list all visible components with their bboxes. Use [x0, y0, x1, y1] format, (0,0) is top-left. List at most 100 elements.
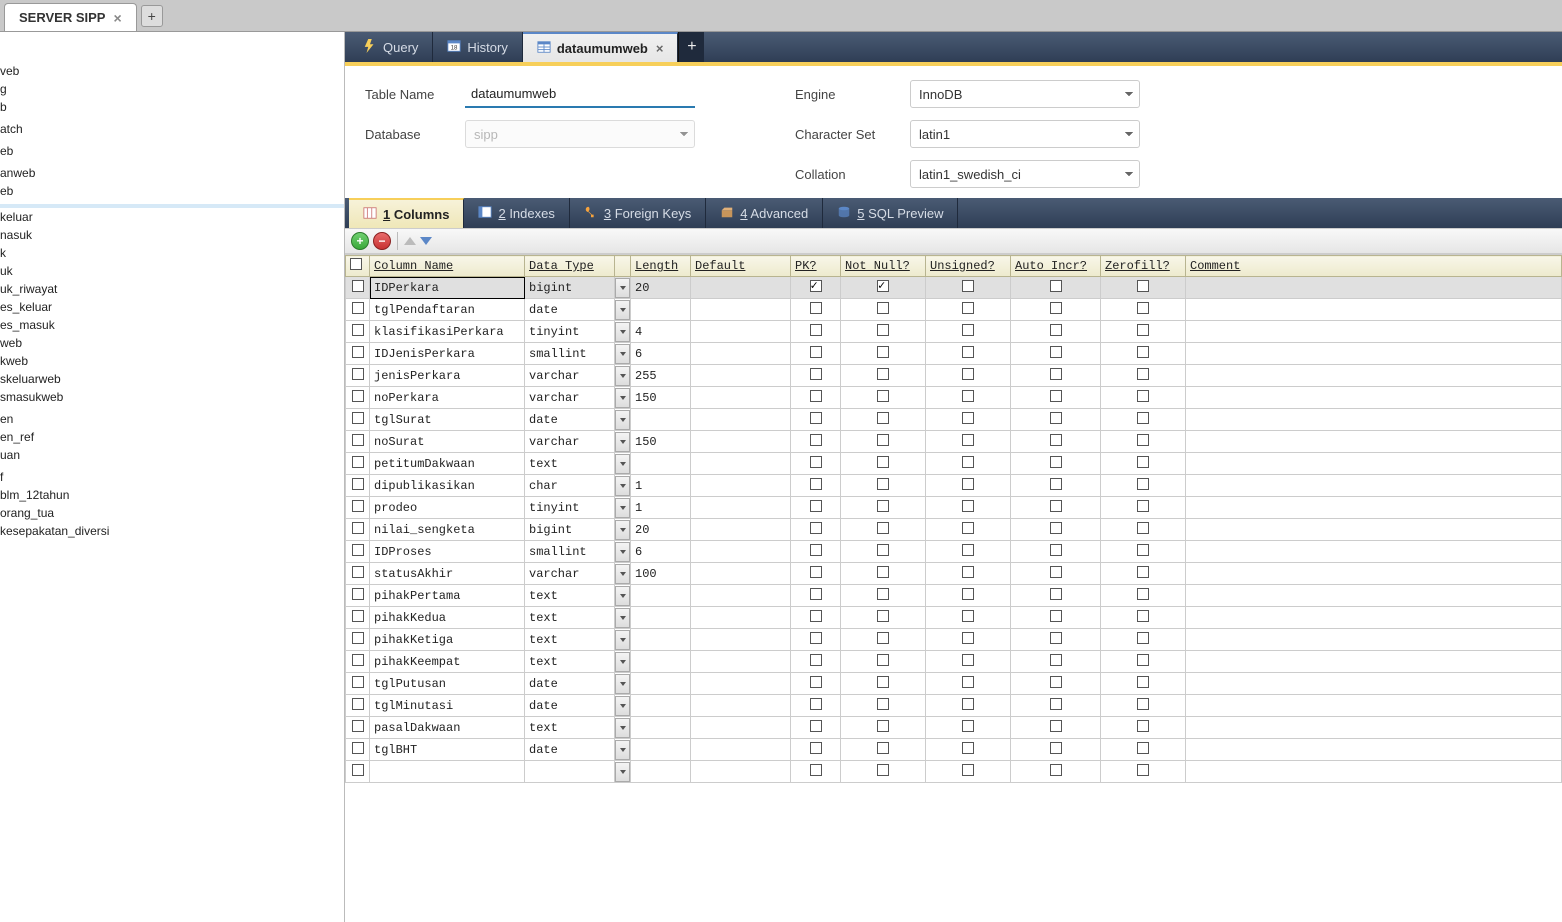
data-type-cell[interactable]: char [525, 475, 615, 497]
table-row[interactable]: prodeotinyint1 [346, 497, 1562, 519]
subtab-sql-preview[interactable]: 5 SQL Preview [823, 198, 958, 228]
checkbox[interactable] [877, 302, 889, 314]
checkbox[interactable] [1137, 324, 1149, 336]
data-type-cell[interactable]: text [525, 629, 615, 651]
data-type-cell[interactable]: text [525, 651, 615, 673]
checkbox[interactable] [962, 764, 974, 776]
checkbox[interactable] [810, 456, 822, 468]
column-name-cell[interactable]: prodeo [370, 497, 525, 519]
column-name-cell[interactable]: nilai_sengketa [370, 519, 525, 541]
checkbox[interactable] [1050, 478, 1062, 490]
column-header[interactable]: Column Name [370, 256, 525, 277]
tree-item[interactable]: veb [0, 62, 344, 80]
checkbox[interactable] [1050, 654, 1062, 666]
default-cell[interactable] [691, 519, 791, 541]
tree-item[interactable]: orang_tua [0, 504, 344, 522]
data-type-cell[interactable]: smallint [525, 343, 615, 365]
table-row[interactable]: tglBHTdate [346, 739, 1562, 761]
checkbox[interactable] [352, 412, 364, 424]
data-type-cell[interactable]: varchar [525, 387, 615, 409]
table-row[interactable]: pihakKeempattext [346, 651, 1562, 673]
checkbox[interactable] [1137, 742, 1149, 754]
checkbox[interactable] [962, 434, 974, 446]
default-cell[interactable] [691, 673, 791, 695]
subtab-foreign-keys[interactable]: 3 Foreign Keys [570, 198, 706, 228]
checkbox[interactable] [352, 522, 364, 534]
checkbox[interactable] [962, 742, 974, 754]
tree-item[interactable]: anweb [0, 164, 344, 182]
checkbox[interactable] [1137, 412, 1149, 424]
checkbox[interactable] [1137, 500, 1149, 512]
checkbox[interactable] [962, 566, 974, 578]
checkbox[interactable] [1050, 698, 1062, 710]
length-cell[interactable]: 150 [631, 387, 691, 409]
add-connection-button[interactable]: + [141, 5, 163, 27]
table-row[interactable]: pasalDakwaantext [346, 717, 1562, 739]
tree-item[interactable]: f [0, 468, 344, 486]
column-name-cell[interactable]: noSurat [370, 431, 525, 453]
default-cell[interactable] [691, 475, 791, 497]
move-up-button[interactable] [404, 237, 416, 245]
checkbox[interactable] [352, 280, 364, 292]
checkbox[interactable] [810, 742, 822, 754]
checkbox[interactable] [1137, 280, 1149, 292]
checkbox[interactable] [1137, 302, 1149, 314]
editor-tab-dataumumweb[interactable]: dataumumweb× [523, 32, 679, 62]
column-header[interactable]: PK? [791, 256, 841, 277]
checkbox[interactable] [1137, 764, 1149, 776]
dropdown-button[interactable] [615, 300, 630, 320]
default-cell[interactable] [691, 343, 791, 365]
add-column-button[interactable]: + [351, 232, 369, 250]
checkbox[interactable] [1050, 412, 1062, 424]
checkbox[interactable] [1050, 302, 1062, 314]
checkbox[interactable] [1050, 324, 1062, 336]
column-name-cell[interactable]: IDProses [370, 541, 525, 563]
checkbox[interactable] [352, 588, 364, 600]
column-name-cell[interactable]: pihakPertama [370, 585, 525, 607]
comment-cell[interactable] [1186, 299, 1562, 321]
checkbox[interactable] [877, 720, 889, 732]
table-row[interactable]: jenisPerkaravarchar255 [346, 365, 1562, 387]
checkbox[interactable] [877, 522, 889, 534]
dropdown-button[interactable] [615, 476, 630, 496]
comment-cell[interactable] [1186, 453, 1562, 475]
checkbox[interactable] [962, 654, 974, 666]
tree-item[interactable]: nasuk [0, 226, 344, 244]
table-row[interactable]: IDPerkarabigint20 [346, 277, 1562, 299]
column-header[interactable] [615, 256, 631, 277]
checkbox[interactable] [810, 478, 822, 490]
default-cell[interactable] [691, 541, 791, 563]
checkbox[interactable] [352, 368, 364, 380]
subtab-advanced[interactable]: 4 Advanced [706, 198, 823, 228]
remove-column-button[interactable]: − [373, 232, 391, 250]
checkbox[interactable] [877, 500, 889, 512]
checkbox[interactable] [352, 698, 364, 710]
length-cell[interactable]: 4 [631, 321, 691, 343]
comment-cell[interactable] [1186, 651, 1562, 673]
column-name-cell[interactable]: tglBHT [370, 739, 525, 761]
checkbox[interactable] [352, 720, 364, 732]
length-cell[interactable] [631, 585, 691, 607]
data-type-cell[interactable]: varchar [525, 563, 615, 585]
dropdown-button[interactable] [615, 344, 630, 364]
default-cell[interactable] [691, 409, 791, 431]
column-name-cell[interactable]: tglPendaftaran [370, 299, 525, 321]
length-cell[interactable]: 6 [631, 541, 691, 563]
column-name-cell[interactable]: IDPerkara [370, 277, 525, 299]
checkbox[interactable] [1050, 566, 1062, 578]
column-name-cell[interactable]: jenisPerkara [370, 365, 525, 387]
checkbox[interactable] [352, 478, 364, 490]
length-cell[interactable] [631, 453, 691, 475]
table-row[interactable]: tglSuratdate [346, 409, 1562, 431]
checkbox[interactable] [1050, 720, 1062, 732]
tree-item[interactable]: g [0, 80, 344, 98]
checkbox[interactable] [1050, 522, 1062, 534]
comment-cell[interactable] [1186, 739, 1562, 761]
charset-select[interactable]: latin1 [910, 120, 1140, 148]
table-row[interactable]: nilai_sengketabigint20 [346, 519, 1562, 541]
column-header[interactable]: Zerofill? [1101, 256, 1186, 277]
default-cell[interactable] [691, 563, 791, 585]
checkbox[interactable] [877, 456, 889, 468]
checkbox[interactable] [962, 346, 974, 358]
checkbox[interactable] [1137, 676, 1149, 688]
